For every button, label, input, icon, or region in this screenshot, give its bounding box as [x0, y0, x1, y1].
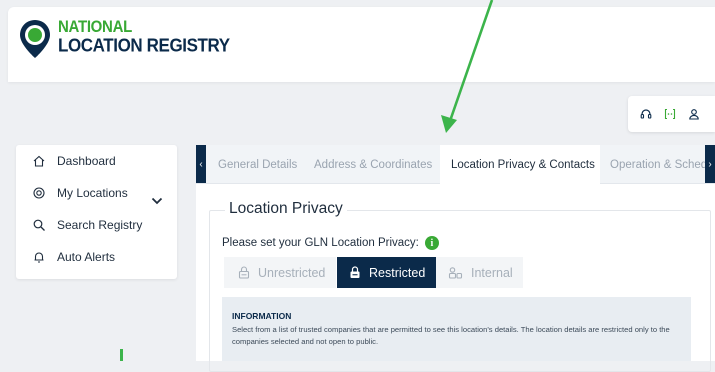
brackets-icon[interactable] [664, 108, 676, 120]
information-title: INFORMATION [232, 311, 292, 321]
decorative-marker [120, 349, 123, 361]
sidebar-item-my-locations[interactable]: My Locations [32, 186, 128, 200]
sidebar-item-label: Auto Alerts [57, 250, 116, 264]
users-icon [448, 266, 463, 279]
option-label: Unrestricted [258, 265, 326, 280]
tab-general-details[interactable]: General Details [218, 145, 310, 183]
location-form-panel: ‹ General Details Address & Coordinates … [196, 145, 715, 372]
sidebar-item-label: Dashboard [57, 154, 116, 168]
tab-address-coordinates[interactable]: Address & Coordinates [314, 145, 439, 183]
sidebar-nav: Dashboard My Locations Search Registry A… [16, 145, 177, 279]
sidebar-item-search-registry[interactable]: Search Registry [32, 218, 142, 232]
section-title: Location Privacy [225, 200, 347, 218]
sidebar-item-auto-alerts[interactable]: Auto Alerts [32, 250, 115, 264]
sidebar-item-dashboard[interactable]: Dashboard [32, 154, 116, 168]
location-icon [32, 186, 46, 200]
lock-icon [349, 266, 361, 279]
tabs-scroll-right-icon[interactable]: › [705, 145, 715, 183]
lock-open-icon [238, 266, 250, 279]
search-icon [32, 218, 46, 232]
tab-bar: ‹ General Details Address & Coordinates … [196, 145, 715, 184]
option-label: Internal [471, 265, 513, 280]
brand-line-2: LOCATION REGISTRY [58, 34, 230, 56]
headset-icon[interactable] [640, 108, 652, 120]
privacy-question-label: Please set your GLN Location Privacy: [222, 237, 419, 249]
information-text: Select from a list of trusted companies … [232, 325, 670, 346]
privacy-option-internal[interactable]: Internal [436, 257, 523, 288]
privacy-option-restricted[interactable]: Restricted [337, 257, 436, 288]
home-icon [32, 154, 46, 168]
privacy-question: Please set your GLN Location Privacy: i [222, 236, 439, 250]
sidebar-item-label: My Locations [57, 186, 128, 200]
privacy-option-unrestricted[interactable]: Unrestricted [224, 257, 336, 288]
information-box: INFORMATION Select from a list of truste… [222, 297, 691, 361]
sidebar-item-label: Search Registry [57, 218, 143, 232]
top-header: NATIONAL LOCATION REGISTRY [8, 7, 715, 82]
user-icon[interactable] [688, 108, 700, 120]
tabs-scroll-left-icon[interactable]: ‹ [196, 145, 206, 183]
tab-location-privacy-contacts[interactable]: Location Privacy & Contacts [440, 145, 600, 184]
national-location-registry-logo[interactable]: NATIONAL LOCATION REGISTRY [18, 19, 230, 59]
option-label: Restricted [369, 265, 426, 280]
chevron-down-icon[interactable] [151, 192, 163, 210]
brand-line-1: NATIONAL [58, 17, 132, 37]
info-icon[interactable]: i [424, 236, 439, 250]
bell-icon [32, 250, 46, 264]
map-pin-logo-icon [18, 19, 52, 59]
utility-toolbar [628, 96, 715, 132]
tab-operation-schedule[interactable]: Operation & Schedule [610, 145, 705, 183]
